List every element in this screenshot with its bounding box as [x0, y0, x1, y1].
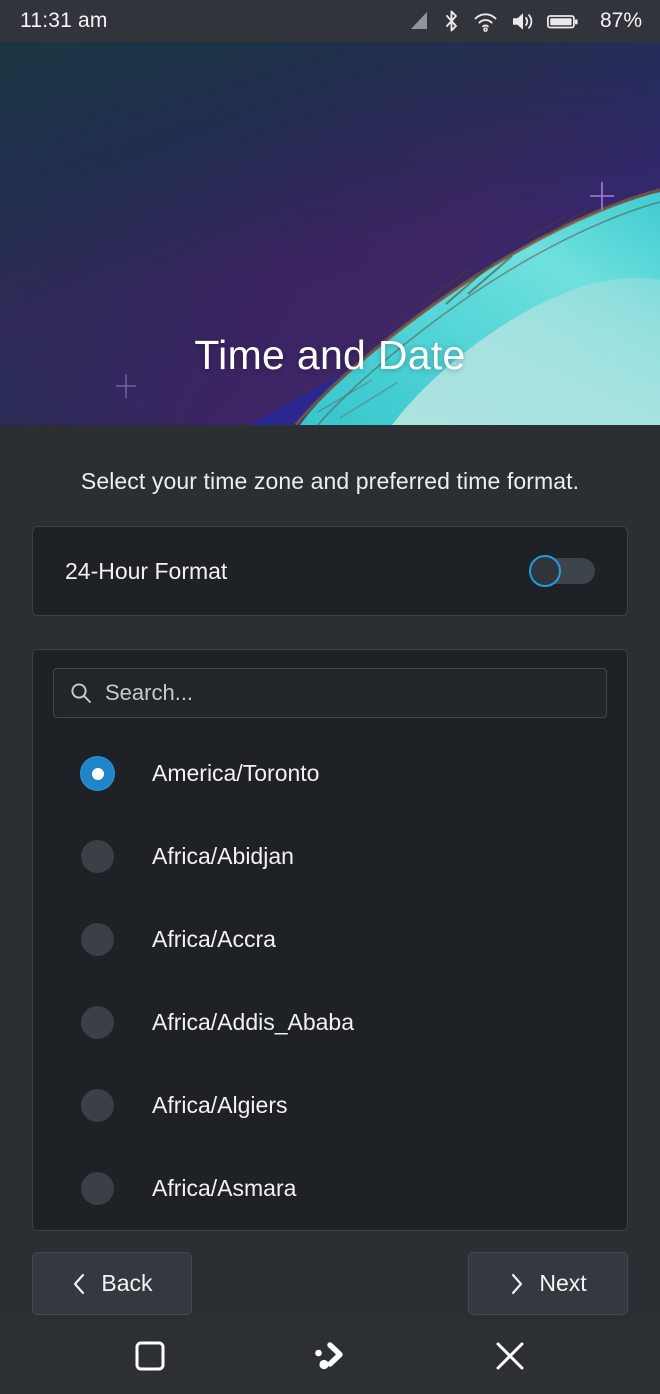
header-banner: Time and Date	[0, 42, 660, 425]
next-button-label: Next	[539, 1270, 587, 1296]
wifi-icon	[474, 12, 497, 32]
timezone-label: Africa/Accra	[152, 926, 276, 952]
back-button-label: Back	[101, 1270, 153, 1296]
battery-icon	[546, 14, 578, 28]
timezone-card: Search... America/Toronto Africa/Abidjan…	[32, 649, 628, 1231]
volume-icon	[512, 12, 533, 30]
list-item[interactable]: Africa/Accra	[53, 898, 607, 981]
close-button[interactable]	[477, 1330, 543, 1382]
main-content: Select your time zone and preferred time…	[0, 425, 660, 1318]
kde-plasma-task-switcher-icon	[315, 1342, 343, 1370]
radio-button[interactable]	[81, 923, 114, 956]
chevron-left-icon	[74, 1273, 85, 1294]
radio-button[interactable]	[81, 840, 114, 873]
home-square-icon	[135, 1341, 165, 1371]
task-switcher-button[interactable]	[297, 1330, 363, 1382]
back-button[interactable]: Back	[32, 1252, 192, 1315]
timezone-label: Africa/Asmara	[152, 1175, 297, 1201]
page-subtitle: Select your time zone and preferred time…	[80, 468, 580, 494]
chevron-right-icon	[512, 1273, 523, 1294]
radio-button[interactable]	[81, 1089, 114, 1122]
bluetooth-icon	[446, 10, 457, 32]
status-clock: 11:31 am	[20, 9, 108, 32]
time-format-row[interactable]: 24-Hour Format	[33, 527, 627, 615]
search-input[interactable]: Search...	[53, 668, 607, 718]
search-placeholder: Search...	[105, 680, 194, 705]
list-item[interactable]: America/Toronto	[53, 732, 607, 815]
timezone-label: Africa/Addis_Ababa	[152, 1009, 355, 1035]
list-item[interactable]: Africa/Asmara	[53, 1147, 607, 1230]
next-button[interactable]: Next	[468, 1252, 628, 1315]
timezone-label: America/Toronto	[152, 760, 320, 786]
list-item[interactable]: Africa/Addis_Ababa	[53, 981, 607, 1064]
24-hour-format-toggle[interactable]	[529, 555, 595, 587]
time-format-card: 24-Hour Format	[32, 526, 628, 616]
radio-button[interactable]	[81, 1172, 114, 1205]
timezone-label: Africa/Algiers	[152, 1092, 288, 1118]
bottom-navigation-bar	[0, 1318, 660, 1394]
status-icon-group: 87%	[408, 9, 642, 33]
search-icon	[71, 683, 91, 703]
page-title: Time and Date	[194, 332, 466, 378]
close-x-icon	[496, 1342, 524, 1370]
radio-button[interactable]	[81, 1006, 114, 1039]
radio-button[interactable]	[81, 757, 114, 790]
wizard-navigation: Back Next	[32, 1252, 628, 1315]
home-button[interactable]	[117, 1330, 183, 1382]
battery-percent-label: 87%	[599, 9, 642, 32]
status-bar: 11:31 am 87%	[0, 0, 660, 42]
timezone-list[interactable]: America/Toronto Africa/Abidjan Africa/Ac…	[53, 732, 607, 1230]
list-item[interactable]: Africa/Abidjan	[53, 815, 607, 898]
list-item[interactable]: Africa/Algiers	[53, 1064, 607, 1147]
time-format-label: 24-Hour Format	[65, 557, 228, 584]
phone-screen: 11:31 am 87% Time and Date Select your t…	[0, 0, 660, 1394]
timezone-label: Africa/Abidjan	[152, 843, 294, 869]
toggle-knob	[529, 555, 561, 587]
cellular-signal-icon	[410, 12, 427, 29]
